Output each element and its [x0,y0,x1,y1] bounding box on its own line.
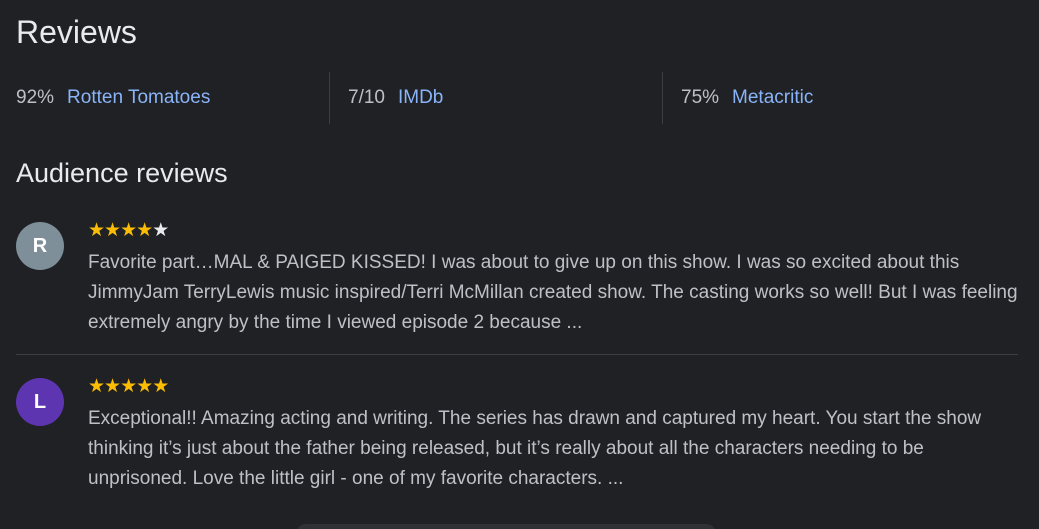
star-rating: ★ ★ ★ ★ ★ [88,218,169,242]
score-divider [329,72,330,124]
star-rating: ★ ★ ★ ★ ★ [88,374,169,398]
reviews-panel: Reviews 92% Rotten Tomatoes 7/10 IMDb 75… [0,0,1039,529]
score-rotten-tomatoes[interactable]: 92% Rotten Tomatoes [16,72,210,124]
avatar[interactable]: L [16,378,64,426]
star-filled-icon: ★ [120,375,137,397]
score-metacritic[interactable]: 75% Metacritic [681,72,813,124]
review-item[interactable]: R ★ ★ ★ ★ ★ Favorite part…MAL & PAIGED KISSE… [16,218,1018,338]
imdb-link[interactable]: IMDb [398,87,443,109]
score-value: 92% [16,87,55,108]
audience-reviews-heading: Audience reviews [16,158,228,188]
score-row: 92% Rotten Tomatoes 7/10 IMDb 75% Metacr… [0,72,1039,124]
score-imdb[interactable]: 7/10 IMDb [348,72,443,124]
score-value: 7/10 [348,87,385,108]
star-filled-icon: ★ [136,219,153,241]
review-divider [16,354,1018,355]
star-filled-icon: ★ [88,375,105,397]
avatar[interactable]: R [16,222,64,270]
star-filled-icon: ★ [152,375,169,397]
star-filled-icon: ★ [104,219,121,241]
review-item[interactable]: L ★ ★ ★ ★ ★ Exceptional!! Amazing acting and… [16,374,1018,494]
reviews-heading: Reviews [16,14,137,50]
star-filled-icon: ★ [104,375,121,397]
score-divider [662,72,663,124]
review-text[interactable]: Exceptional!! Amazing acting and writing… [88,404,1018,494]
score-value: 75% [681,87,720,108]
review-text[interactable]: Favorite part…MAL & PAIGED KISSED! I was… [88,248,1018,338]
star-filled-icon: ★ [136,375,153,397]
star-filled-icon: ★ [120,219,137,241]
rotten-tomatoes-link[interactable]: Rotten Tomatoes [67,87,210,109]
more-reviews-button[interactable] [296,524,716,529]
star-empty-icon: ★ [152,219,169,241]
metacritic-link[interactable]: Metacritic [732,87,813,109]
star-filled-icon: ★ [88,219,105,241]
